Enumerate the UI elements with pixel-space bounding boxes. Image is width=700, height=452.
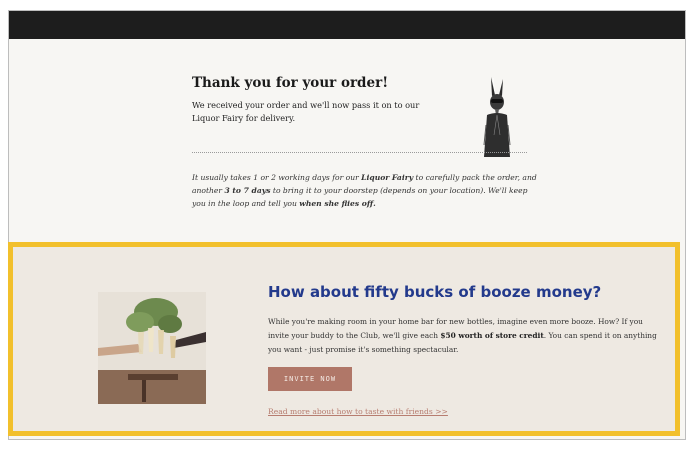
order-received-message: We received your order and we'll now pas… — [192, 100, 420, 123]
promo-heading: How about fifty bucks of booze money? — [268, 283, 602, 301]
header-bar — [9, 11, 685, 39]
delivery-info: It usually takes 1 or 2 working days for… — [192, 173, 537, 208]
toasting-glasses-photo — [98, 292, 206, 404]
read-more-link[interactable]: Read more about how to taste with friend… — [268, 407, 448, 416]
invite-now-button[interactable]: INVITE NOW — [268, 367, 352, 391]
referral-promo-section: How about fifty bucks of booze money? Wh… — [8, 242, 680, 436]
promo-description: While you're making room in your home ba… — [268, 317, 657, 354]
thank-you-heading: Thank you for your order! — [192, 75, 389, 91]
rabbit-mascot-icon — [483, 77, 511, 157]
dotted-divider — [192, 152, 527, 153]
